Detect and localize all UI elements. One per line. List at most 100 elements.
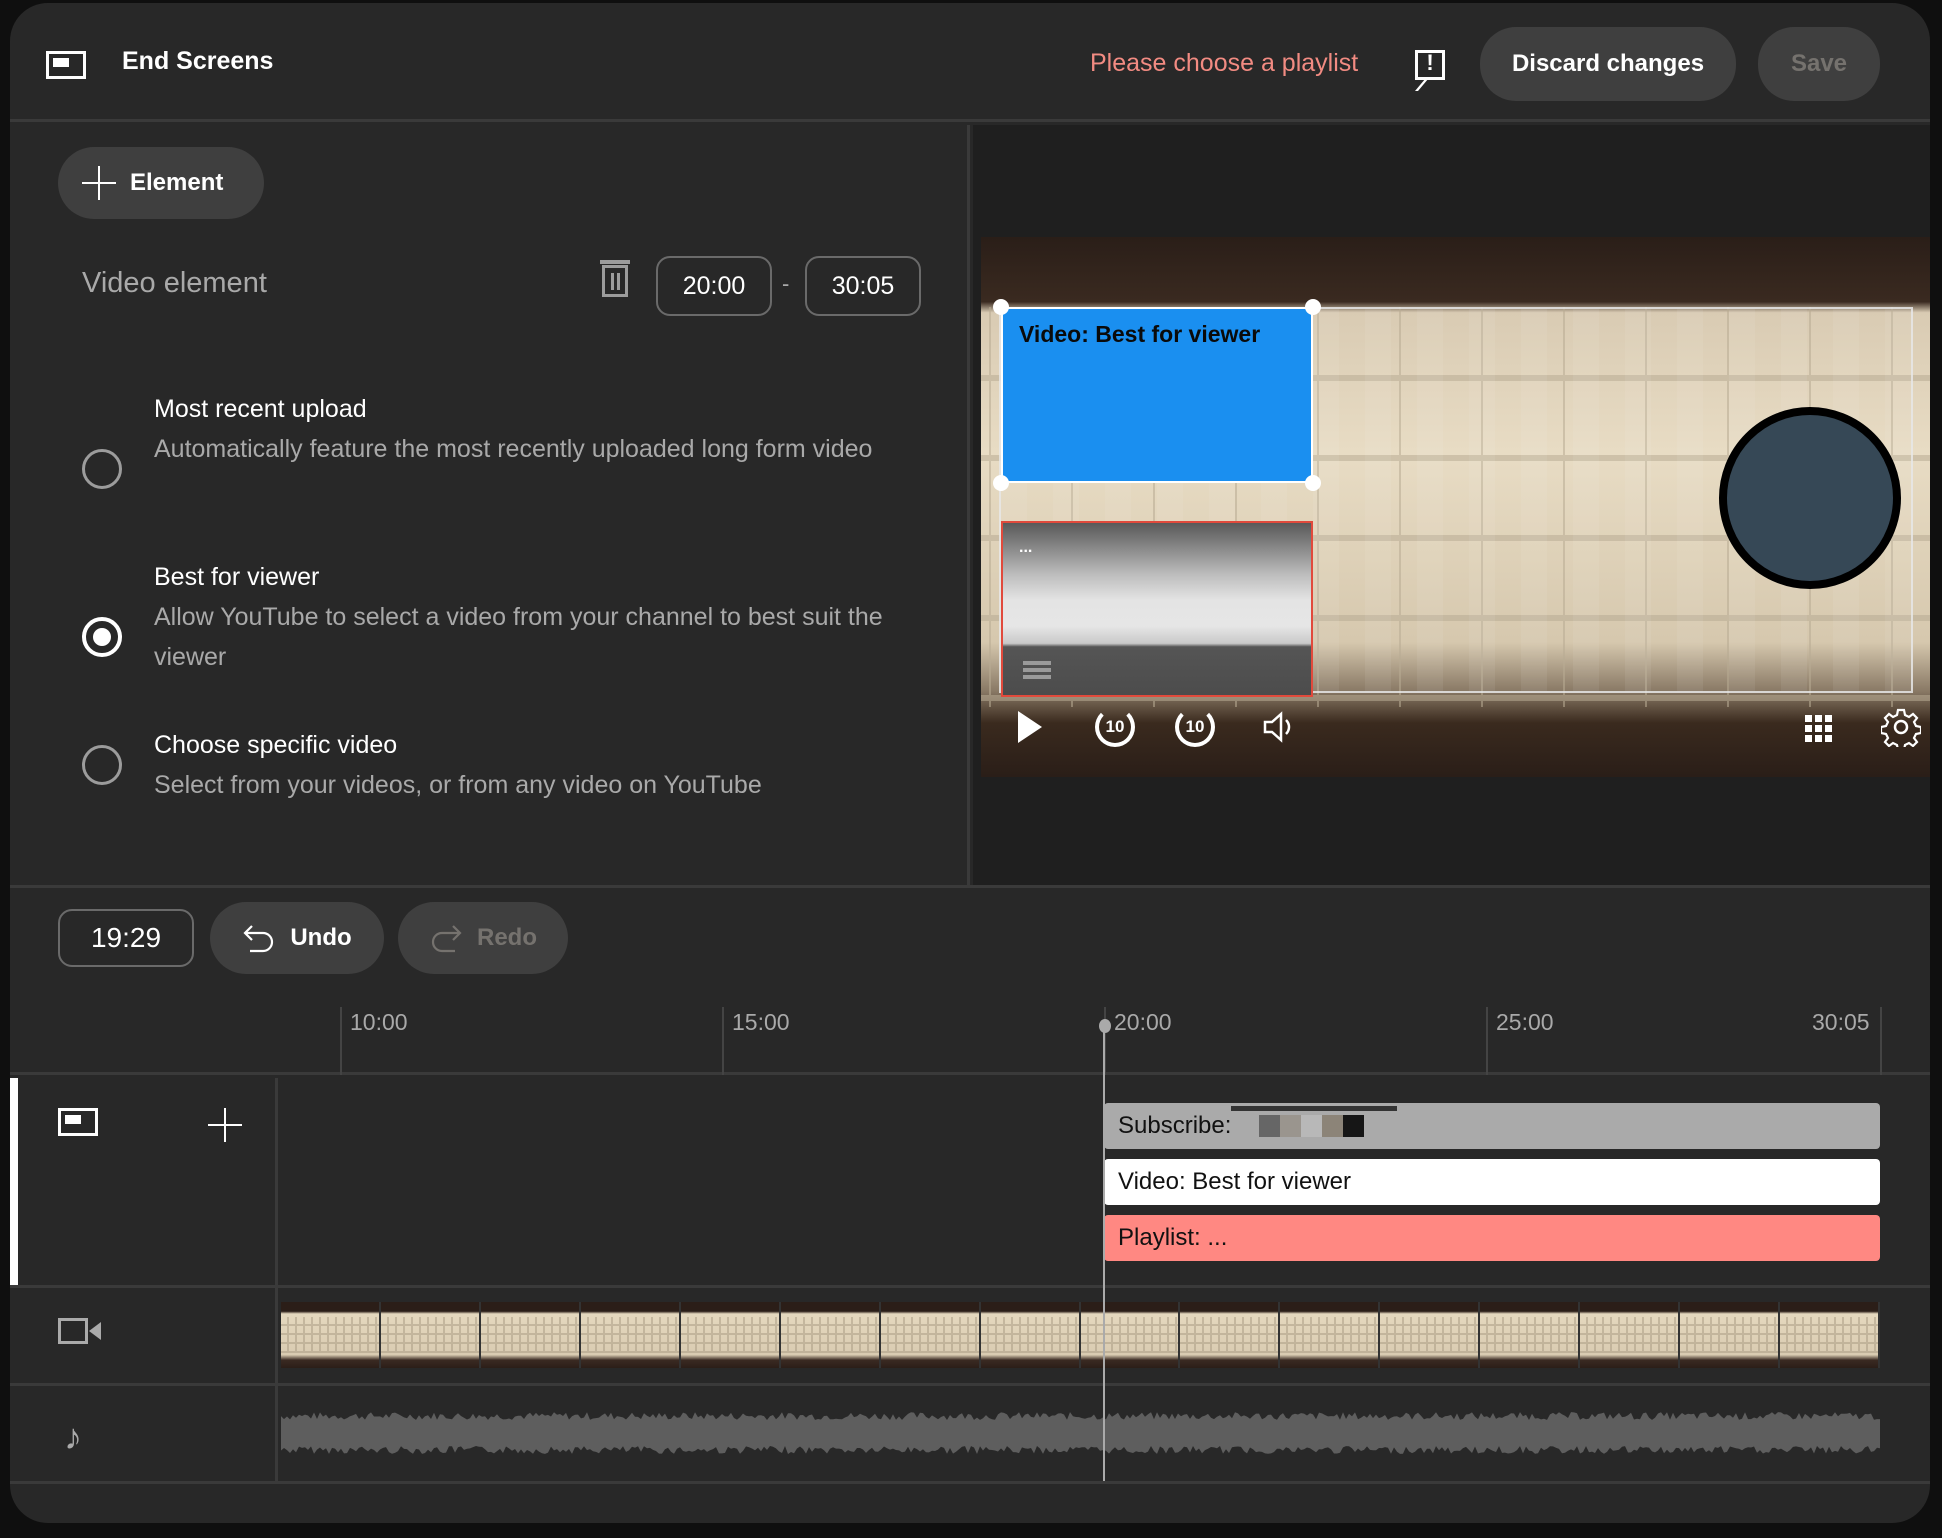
film-frame [1680, 1302, 1781, 1368]
track-selected-indicator [10, 1078, 18, 1285]
option-title: Best for viewer [154, 563, 320, 591]
element-type-label: Video element [82, 267, 267, 299]
film-frame [480, 1302, 581, 1368]
resize-handle-bottom-right[interactable] [1305, 475, 1321, 491]
film-frame [1480, 1302, 1581, 1368]
film-frame [1780, 1302, 1880, 1368]
film-frame [680, 1302, 781, 1368]
film-frame [1180, 1302, 1281, 1368]
dialog-header: End Screens Please choose a playlist Dis… [10, 3, 1930, 122]
tick-mark [1880, 1007, 1882, 1075]
tick-mark [340, 1007, 342, 1075]
save-button[interactable]: Save [1758, 27, 1880, 101]
music-note-icon: ♪ [64, 1416, 82, 1457]
audio-waveform[interactable] [281, 1410, 1880, 1456]
resize-handle-top-left[interactable] [993, 299, 1009, 315]
video-preview-panel: Video: Best for viewer ... 10 10 [973, 125, 1930, 885]
playlist-queue-icon [1023, 661, 1051, 665]
resize-handle-top-right[interactable] [1305, 299, 1321, 315]
option-title: Most recent upload [154, 395, 367, 423]
start-time-input[interactable]: 20:00 [656, 256, 772, 316]
video-track [10, 1288, 1930, 1386]
option-description: Allow YouTube to select a video from you… [154, 603, 883, 671]
forward-10-icon[interactable]: 10 [1175, 707, 1215, 747]
timeline-element-subscribe[interactable]: Subscribe: [1104, 1103, 1880, 1149]
video-element-label: Video: Best for viewer [1019, 321, 1261, 347]
end-screen-icon [58, 1108, 98, 1136]
redacted-channel-name [1231, 1106, 1398, 1137]
end-screen-icon [46, 51, 86, 79]
option-description: Automatically feature the most recently … [154, 435, 873, 463]
subscribe-element-overlay[interactable] [1719, 407, 1901, 589]
tick-label: 15:00 [732, 1009, 790, 1035]
section-divider [10, 885, 1930, 888]
resize-handle-bottom-left[interactable] [993, 475, 1009, 491]
playlist-element-overlay[interactable]: ... [1001, 521, 1313, 697]
track-header [10, 1288, 278, 1383]
warning-message: Please choose a playlist [1090, 49, 1359, 77]
redo-label: Redo [477, 924, 537, 951]
option-description: Select from your videos, or from any vid… [154, 771, 762, 799]
time-separator: - [782, 271, 790, 296]
rewind-10-icon[interactable]: 10 [1095, 707, 1135, 747]
play-icon[interactable] [1015, 707, 1045, 747]
end-screens-dialog: End Screens Please choose a playlist Dis… [10, 3, 1930, 1523]
redo-button[interactable]: Redo [398, 902, 568, 974]
timeline-element-video[interactable]: Video: Best for viewer [1104, 1159, 1880, 1205]
element-bar-label: Subscribe: [1118, 1112, 1232, 1139]
undo-icon [243, 925, 274, 953]
film-frame [1380, 1302, 1481, 1368]
tick-label: 30:05 [1812, 1009, 1870, 1035]
settings-gear-icon[interactable] [1881, 707, 1921, 747]
video-camera-icon [58, 1318, 101, 1344]
timeline-ruler[interactable]: 10:00 15:00 20:00 25:00 30:05 [10, 993, 1930, 1075]
video-filmstrip[interactable] [281, 1302, 1880, 1368]
element-editor-panel: Element Video element 20:00 - 30:05 Most… [10, 125, 970, 885]
film-frame [380, 1302, 481, 1368]
add-element-label: Element [130, 169, 224, 196]
film-frame [281, 1302, 381, 1368]
film-frame [1280, 1302, 1381, 1368]
dialog-footer [10, 1481, 1930, 1523]
tick-label: 25:00 [1496, 1009, 1554, 1035]
add-element-button[interactable]: Element [58, 147, 264, 219]
tick-mark [1486, 1007, 1488, 1075]
video-player[interactable]: Video: Best for viewer ... 10 10 [981, 237, 1930, 777]
current-time-input[interactable]: 19:29 [58, 909, 194, 967]
radio-best-for-viewer[interactable] [82, 617, 122, 657]
dialog-title: End Screens [122, 47, 274, 75]
film-frame [1580, 1302, 1681, 1368]
tick-label: 10:00 [350, 1009, 408, 1035]
discard-changes-button[interactable]: Discard changes [1480, 27, 1736, 101]
track-header: ♪ [10, 1386, 278, 1481]
film-frame [780, 1302, 881, 1368]
end-screen-track: Subscribe: Video: Best for viewer Playli… [10, 1078, 1930, 1288]
redo-icon [431, 925, 462, 953]
playhead-handle[interactable] [1099, 1019, 1111, 1033]
film-frame [1080, 1302, 1181, 1368]
grid-icon[interactable] [1805, 715, 1833, 743]
undo-button[interactable]: Undo [210, 902, 384, 974]
timeline-element-playlist[interactable]: Playlist: ... [1104, 1215, 1880, 1261]
film-frame [880, 1302, 981, 1368]
undo-label: Undo [290, 924, 352, 951]
film-frame [980, 1302, 1081, 1368]
playlist-title: ... [1019, 539, 1033, 556]
tick-label: 20:00 [1114, 1009, 1172, 1035]
playhead-line[interactable] [1103, 1023, 1105, 1481]
end-time-input[interactable]: 30:05 [805, 256, 921, 316]
plus-icon [82, 166, 116, 200]
volume-icon[interactable] [1259, 707, 1299, 747]
waveform-shape [281, 1412, 1880, 1454]
delete-icon[interactable] [600, 260, 630, 297]
audio-track: ♪ [10, 1386, 1930, 1484]
film-frame [580, 1302, 681, 1368]
add-element-icon[interactable] [208, 1108, 242, 1142]
track-header [10, 1078, 278, 1285]
video-element-overlay[interactable]: Video: Best for viewer [1001, 307, 1313, 483]
radio-most-recent-upload[interactable] [82, 449, 122, 489]
feedback-alert-icon[interactable] [1415, 50, 1445, 80]
radio-choose-specific-video[interactable] [82, 745, 122, 785]
option-title: Choose specific video [154, 731, 398, 759]
tick-mark [722, 1007, 724, 1075]
